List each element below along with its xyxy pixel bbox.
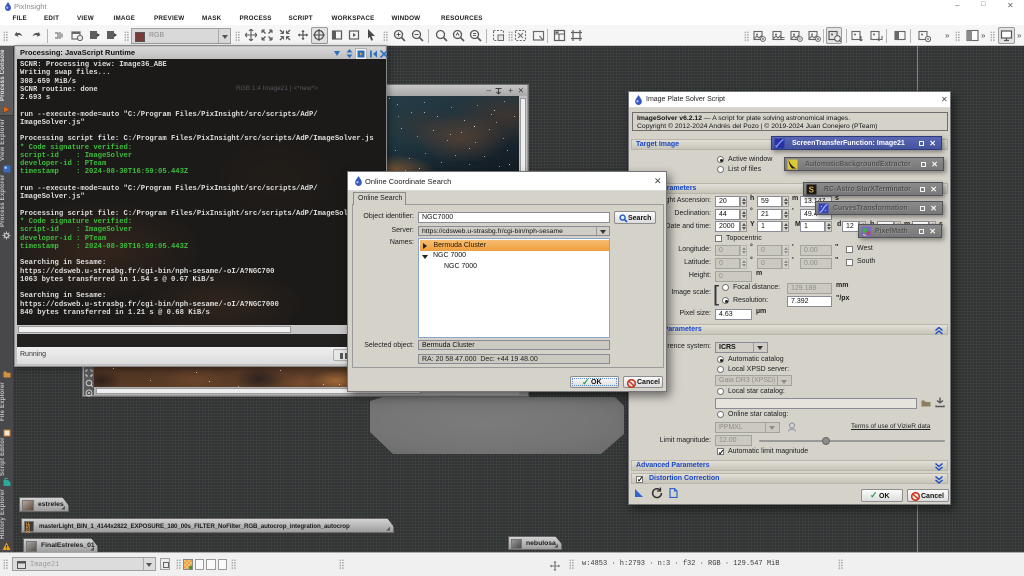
svg-text:S: S: [809, 186, 815, 195]
